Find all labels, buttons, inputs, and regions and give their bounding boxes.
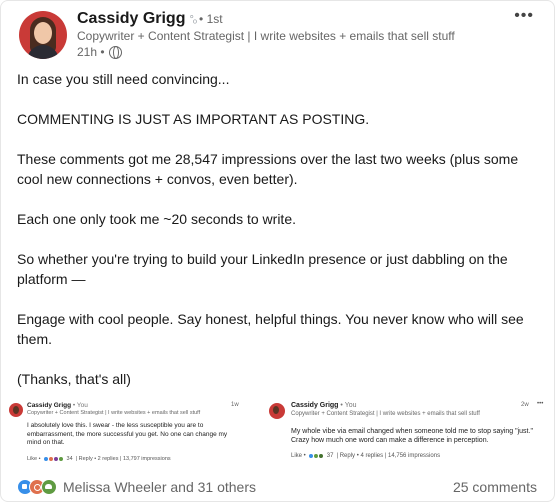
post-text: In case you still need convincing... COM… — [17, 69, 547, 409]
author-headline: Copywriter + Content Strategist | I writ… — [77, 29, 455, 43]
linkedin-badge-icon: °ₒ — [189, 14, 197, 26]
post-paragraph: Engage with cool people. Say honest, hel… — [17, 311, 524, 347]
reactions-icons — [17, 479, 57, 495]
comment-actions: Like • 34 | Reply • 2 replies | 13,797 i… — [27, 456, 171, 462]
support-icon — [41, 479, 57, 495]
comment-author-name: Cassidy Grigg — [291, 402, 339, 409]
globe-icon — [108, 45, 122, 59]
comment-time: 1w — [231, 402, 239, 408]
comment-body: My whole vibe via email changed when som… — [291, 428, 533, 444]
comment-actions: Like • 37 | Reply • 4 replies | 14,756 i… — [291, 453, 440, 459]
comment-like: Like • — [291, 453, 306, 459]
author-name[interactable]: Cassidy Grigg — [77, 10, 185, 28]
post-paragraph: Each one only took me ~20 seconds to wri… — [17, 211, 296, 227]
more-options-icon[interactable]: ••• — [514, 7, 534, 25]
comment-like: Like • — [27, 456, 41, 462]
comment-author: Cassidy Grigg • You — [291, 402, 357, 409]
comment-author: Cassidy Grigg • You — [27, 402, 88, 409]
comment-headline: Copywriter + Content Strategist | I writ… — [291, 411, 480, 417]
post-meta: 21h • — [77, 45, 122, 59]
avatar-face — [34, 22, 52, 44]
comment-screenshot[interactable]: Cassidy Grigg • You Copywriter + Content… — [7, 398, 241, 470]
post-paragraph: These comments got me 28,547 impressions… — [17, 151, 519, 187]
comment-you-label: • You — [340, 402, 357, 409]
post-paragraph: (Thanks, that's all) — [17, 371, 131, 387]
comment-time: 2w — [521, 402, 529, 408]
comment-reply-info: | Reply • 4 replies | 14,756 impressions — [336, 453, 441, 459]
social-counts[interactable]: Melissa Wheeler and 31 others — [17, 479, 256, 495]
post-paragraph: So whether you're trying to build your L… — [17, 251, 508, 287]
post-time: 21h • — [77, 45, 105, 59]
comment-body: I absolutely love this. I swear - the le… — [27, 422, 228, 446]
comment-reactions-icon — [307, 453, 324, 459]
author-avatar[interactable] — [19, 11, 67, 59]
feed-post: Cassidy Grigg °ₒ • 1st Copywriter + Cont… — [0, 0, 555, 502]
comment-more-icon: ••• — [537, 401, 544, 407]
post-paragraph: In case you still need convincing... — [17, 71, 230, 87]
comment-avatar — [269, 403, 285, 419]
comments-count[interactable]: 25 comments — [453, 479, 537, 495]
comment-you-label: • You — [72, 402, 88, 409]
comment-screenshot[interactable]: Cassidy Grigg • You Copywriter + Content… — [263, 398, 553, 470]
comment-avatar — [9, 403, 23, 417]
comment-reaction-count: 37 — [326, 453, 334, 459]
connection-degree: • 1st — [199, 12, 223, 26]
comment-reply-info: | Reply • 2 replies | 13,797 impressions — [75, 456, 171, 462]
author-name-row: Cassidy Grigg °ₒ • 1st — [77, 10, 223, 28]
reactors-text[interactable]: Melissa Wheeler and 31 others — [63, 479, 256, 495]
post-paragraph: COMMENTING IS JUST AS IMPORTANT AS POSTI… — [17, 111, 370, 127]
comment-headline: Copywriter + Content Strategist | I writ… — [27, 410, 201, 416]
comment-author-name: Cassidy Grigg — [27, 402, 72, 409]
comment-reaction-count: 34 — [66, 456, 73, 462]
comment-reactions-icon — [42, 456, 64, 462]
